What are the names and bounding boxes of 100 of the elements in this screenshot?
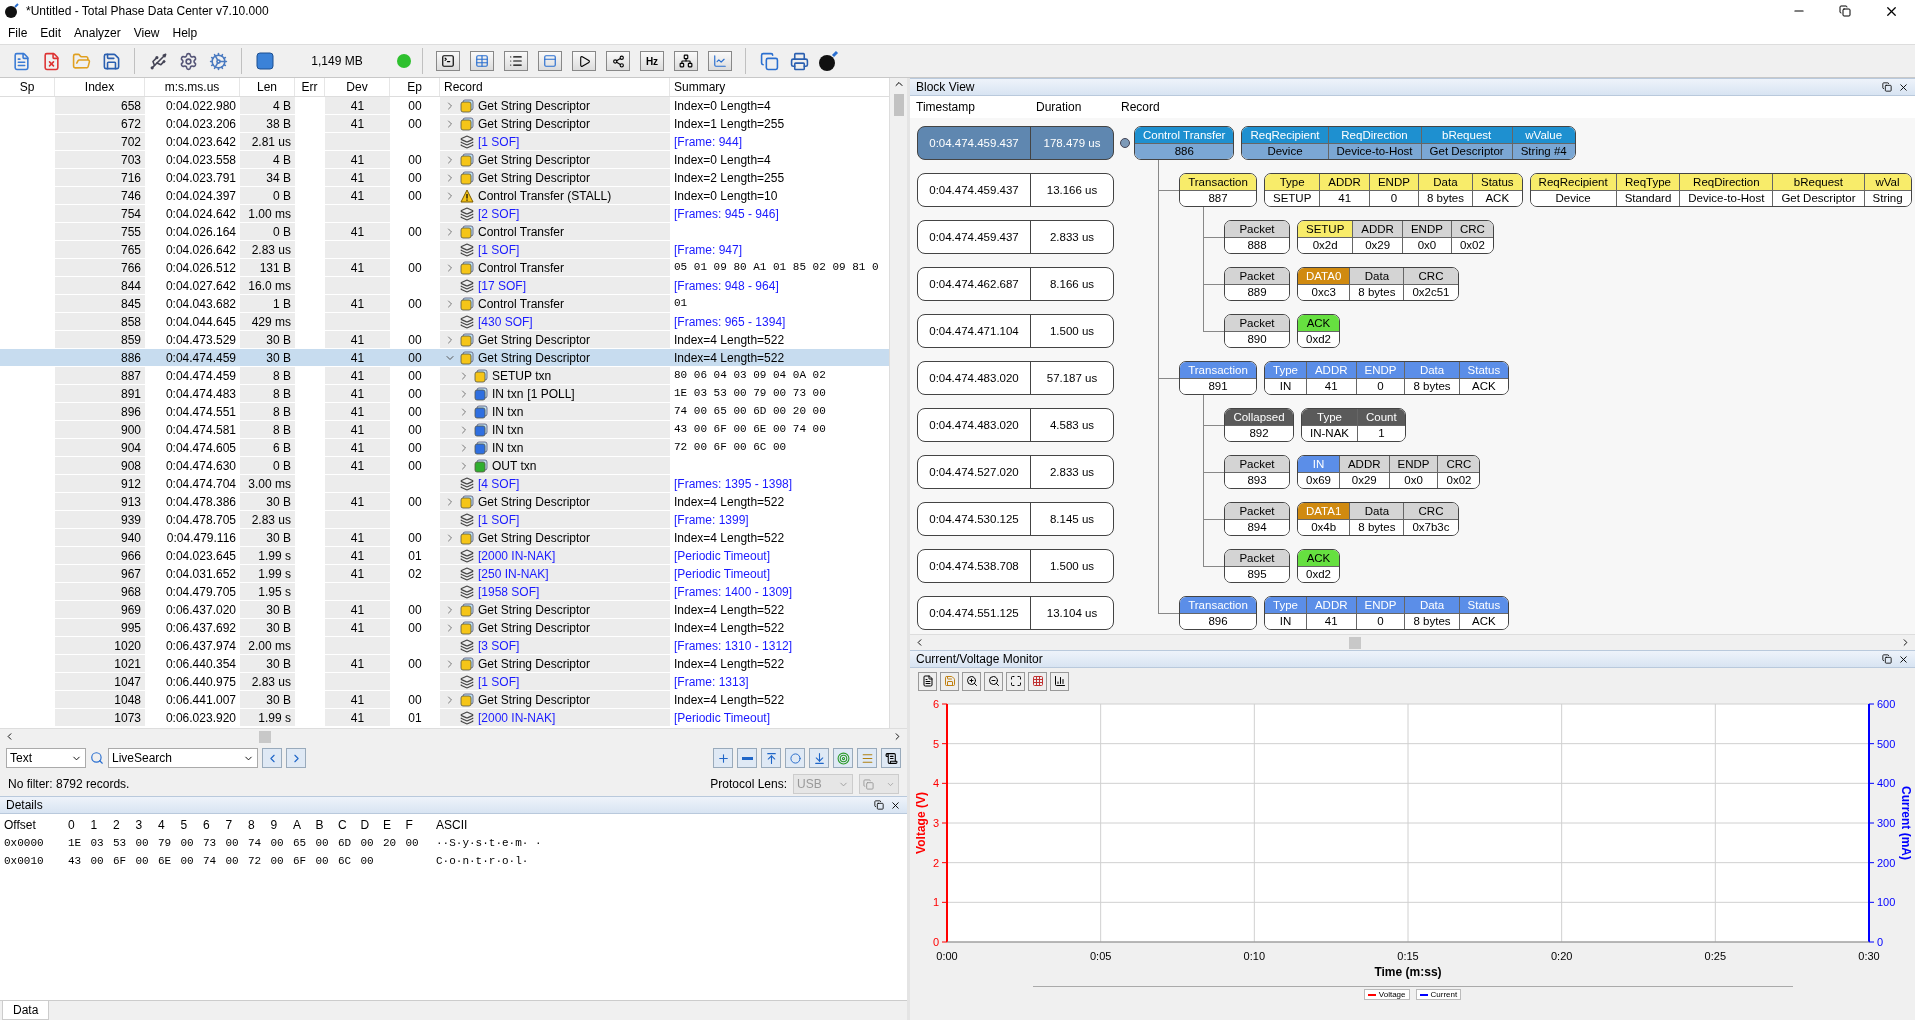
play-button[interactable]	[572, 51, 596, 71]
table-cell: 4 B	[240, 97, 295, 114]
column-header[interactable]: m:s.ms.us	[145, 78, 240, 96]
table-cell: 966	[55, 547, 145, 564]
tick-label: 2	[932, 856, 939, 869]
timestamp-text: 0:04.474.471.104	[918, 315, 1031, 347]
share-button[interactable]	[606, 51, 630, 71]
first-button[interactable]	[761, 748, 781, 768]
table-cell: 908	[55, 457, 145, 474]
field-label: ENDP	[1356, 362, 1405, 379]
record-text: [3 SOF]	[478, 638, 520, 653]
transaction-block[interactable]: Transaction 887	[1179, 173, 1257, 207]
column-header[interactable]: Len	[240, 78, 295, 96]
center-button[interactable]	[785, 748, 805, 768]
packet-block[interactable]: Packet 895	[1224, 549, 1290, 583]
scrollbar-thumb[interactable]	[259, 730, 271, 743]
collapsed-block[interactable]: Collapsed 892	[1224, 408, 1294, 442]
menu-item[interactable]: Help	[168, 24, 207, 42]
zoom-in-button[interactable]	[962, 671, 981, 691]
close-icon[interactable]	[1898, 81, 1909, 93]
packet-block[interactable]: Packet 889	[1224, 267, 1290, 301]
column-header[interactable]: Sp	[0, 78, 55, 96]
live-search-field[interactable]: LiveSearch	[108, 748, 258, 768]
arrow-down-icon	[812, 751, 826, 765]
restore-icon[interactable]	[1839, 5, 1851, 17]
transaction-block[interactable]: Transaction 896	[1179, 596, 1257, 630]
table-cell: 41	[325, 259, 390, 276]
scrollbar-thumb[interactable]	[893, 94, 904, 116]
chart-button[interactable]	[708, 51, 732, 71]
scroll-button[interactable]	[881, 748, 901, 768]
remove-button[interactable]	[737, 748, 757, 768]
add-button[interactable]	[713, 748, 733, 768]
fit-button[interactable]	[1006, 671, 1025, 691]
timing-pill[interactable]: 0:04.474.527.020 2.833 us	[917, 455, 1114, 489]
column-header[interactable]: Index	[55, 78, 145, 96]
table-cell: 967	[55, 565, 145, 582]
timing-pill[interactable]: 0:04.474.530.125 8.145 us	[917, 502, 1114, 536]
menu-item[interactable]: Edit	[36, 24, 71, 42]
list-button[interactable]	[504, 51, 528, 71]
menu-item[interactable]: View	[129, 24, 169, 42]
packet-block[interactable]: Packet 890	[1224, 314, 1290, 348]
grid-button[interactable]	[1028, 671, 1047, 691]
table-cell: 896	[55, 403, 145, 420]
timing-pill[interactable]: 0:04.474.551.125 13.104 us	[917, 596, 1114, 630]
maximize-icon	[1009, 675, 1022, 687]
menu-item[interactable]: Analyzer	[70, 24, 130, 42]
frequency-button[interactable]: Hz	[640, 51, 664, 71]
terminal-icon	[441, 54, 455, 68]
menu-item[interactable]: File	[4, 24, 37, 42]
clear-button[interactable]	[918, 671, 937, 691]
hex-byte: 65	[293, 837, 308, 849]
duration-text: 57.187 us	[1045, 371, 1099, 386]
summary-cell-text: Index=2 Length=255	[673, 170, 786, 186]
node-dot-icon[interactable]	[1120, 138, 1130, 148]
transaction-block[interactable]: Transaction 891	[1179, 361, 1257, 395]
timing-pill[interactable]: 0:04.474.483.020 57.187 us	[917, 361, 1114, 395]
scrollbar-thumb[interactable]	[1349, 636, 1361, 649]
close-icon[interactable]	[890, 799, 901, 811]
zoom-out-button[interactable]	[984, 671, 1003, 691]
panel-button[interactable]	[538, 51, 562, 71]
packet-block[interactable]: Packet 888	[1224, 220, 1290, 254]
table-button[interactable]	[470, 51, 494, 71]
hex-byte: 72	[248, 855, 263, 867]
timing-pill[interactable]: 0:04.474.462.687 8.166 us	[917, 267, 1114, 301]
search-mode-dropdown[interactable]: Text	[6, 748, 86, 768]
table-row[interactable]: 886 0:04.474.459 30 B 41 00 Get String Descriptor Index=4 Length=522	[0, 349, 889, 367]
cube-icon	[460, 260, 474, 275]
packet-block[interactable]: Packet 893	[1224, 455, 1290, 489]
summary-cell-text: [Frames: 948 - 964]	[673, 278, 780, 294]
restore-icon[interactable]	[1882, 654, 1892, 664]
timing-pill[interactable]: 0:04.474.459.437 2.833 us	[917, 220, 1114, 254]
column-header[interactable]: Record	[440, 78, 670, 96]
timing-pill[interactable]: 0:04.474.483.020 4.583 us	[917, 408, 1114, 442]
timing-pill[interactable]: 0:04.474.471.104 1.500 us	[917, 314, 1114, 348]
timing-pill[interactable]: 0:04.474.459.437 13.166 us	[917, 173, 1114, 207]
cube-icon	[460, 656, 474, 671]
table-cell-text: 0:04.023.206	[164, 116, 237, 132]
last-button[interactable]	[809, 748, 829, 768]
next-button[interactable]	[286, 748, 306, 768]
field-label: ReqType	[1616, 174, 1680, 191]
record-text: [17 SOF]	[478, 278, 527, 293]
field-label: ENDP	[1402, 221, 1451, 238]
restore-icon[interactable]	[874, 800, 884, 810]
bars-button[interactable]	[1050, 671, 1069, 691]
bottom-tab[interactable]: Data	[2, 1001, 50, 1020]
table-cell-text: 0:04.474.581	[164, 422, 237, 438]
column-header[interactable]: Dev	[325, 78, 390, 96]
timing-pill[interactable]: 0:04.474.538.708 1.500 us	[917, 549, 1114, 583]
restore-icon[interactable]	[1882, 82, 1892, 92]
previous-button[interactable]	[262, 748, 282, 768]
terminal-button[interactable]	[436, 51, 460, 71]
network-button[interactable]	[674, 51, 698, 71]
tick-label: 3	[932, 817, 939, 829]
target-button[interactable]	[833, 748, 853, 768]
timing-pill[interactable]: 0:04.474.459.437 178.479 us	[917, 126, 1114, 160]
column-header[interactable]: Err	[295, 78, 325, 96]
column-header[interactable]: Ep	[390, 78, 440, 96]
packet-block[interactable]: Packet 894	[1224, 502, 1290, 536]
transfer-block[interactable]: Control Transfer 886	[1134, 126, 1235, 160]
close-icon[interactable]	[1898, 653, 1909, 665]
